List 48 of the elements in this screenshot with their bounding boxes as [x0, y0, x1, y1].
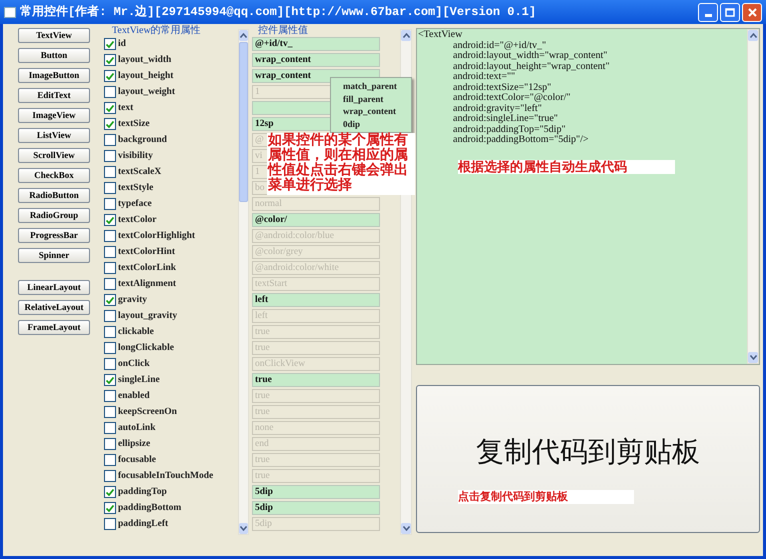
property-label: layout_width — [118, 54, 172, 67]
property-label: textScaleX — [118, 166, 162, 179]
property-label: textStyle — [118, 182, 154, 195]
property-label: ellipsize — [118, 438, 150, 451]
property-label: typeface — [118, 198, 152, 211]
property-label: keepScreenOn — [118, 406, 177, 419]
code-line: android:paddingTop="5dip" — [452, 124, 566, 134]
group-title: 控件属性值 — [257, 26, 309, 36]
property-label: textColor — [118, 214, 157, 227]
group-title: TextView的常用属性 — [111, 26, 202, 36]
property-label: paddingTop — [118, 486, 167, 499]
code-line: android:textColor="@color/" — [452, 93, 572, 104]
property-label: text — [118, 102, 134, 115]
property-label: textColorHint — [118, 246, 175, 259]
property-label: textColorLink — [118, 262, 176, 275]
property-label: layout_height — [118, 70, 174, 83]
property-label: textSize — [118, 118, 150, 131]
property-label: paddingBottom — [118, 502, 182, 515]
annotation-tooltip: 如果控件的某个属性有属性值，则在相应的属性值处点击右键会弹出菜单进行选择 — [267, 133, 415, 195]
property-label: layout_gravity — [118, 310, 178, 323]
property-label: enabled — [118, 390, 150, 403]
window-title: 常用控件[作者: Mr.边][297145994@qq.com][http://www.67bar.com][Version 0.1] — [20, 4, 536, 21]
property-label: focusable — [118, 454, 156, 467]
property-label: visibility — [118, 150, 153, 163]
code-line: android:id="@+id/tv_" — [452, 40, 548, 51]
code-line: android:paddingBottom="5dip"/> — [452, 135, 590, 146]
annotation-text: 根据选择的属性自动生成代码 — [458, 160, 675, 174]
property-label: id — [118, 38, 126, 51]
code-line: android:gravity="left" — [452, 104, 542, 114]
property-label: autoLink — [118, 422, 156, 435]
property-label: longClickable — [118, 342, 174, 355]
property-label: textAlignment — [118, 278, 176, 291]
property-label: gravity — [118, 294, 148, 307]
code-line: android:textSize="12sp" — [452, 82, 552, 92]
property-label: singleLine — [118, 374, 160, 387]
property-label: focusableInTouchMode — [118, 470, 214, 483]
property-label: paddingLeft — [118, 518, 168, 531]
annotation-text: 点击复制代码到剪贴板 — [458, 490, 634, 504]
property-label: background — [118, 134, 167, 147]
code-line: android:text="" — [452, 72, 516, 82]
code-line: <TextView — [418, 30, 464, 40]
code-line: android:layout_height="wrap_content" — [452, 62, 611, 72]
code-line: android:layout_width="wrap_content" — [452, 51, 608, 62]
code-line: android:singleLine="true" — [452, 114, 559, 124]
property-label: clickable — [118, 326, 154, 339]
property-label: onClick — [118, 358, 150, 371]
property-label: textColorHighlight — [118, 230, 196, 243]
property-label: layout_weight — [118, 86, 175, 99]
